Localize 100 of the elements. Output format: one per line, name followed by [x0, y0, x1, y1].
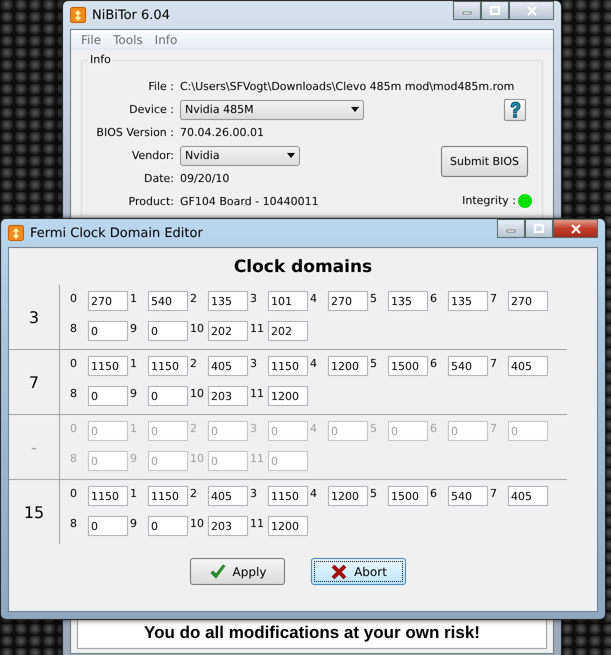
field-index: 6: [430, 291, 438, 305]
window-title: Fermi Clock Domain Editor: [30, 226, 204, 240]
field-index: 5: [370, 486, 378, 500]
field-index: 6: [430, 486, 438, 500]
field-index: 8: [70, 516, 78, 530]
field-index: 4: [310, 356, 318, 370]
field-index: 4: [310, 421, 318, 435]
caret-icon: [351, 107, 359, 112]
input-field[interactable]: 1200: [328, 486, 368, 506]
field-index: 6: [430, 356, 438, 370]
input-field[interactable]: 135: [448, 291, 488, 311]
field-index: 1: [130, 291, 138, 305]
input-field[interactable]: 203: [208, 386, 248, 406]
close-icon: [570, 224, 582, 234]
input-field[interactable]: 1200: [268, 516, 308, 536]
field-index: 3: [250, 291, 258, 305]
field-index: 7: [490, 291, 498, 305]
input-field[interactable]: 540: [148, 291, 188, 311]
input-field[interactable]: 270: [328, 291, 368, 311]
submit-bios-button[interactable]: Submit BIOS: [441, 146, 528, 177]
input-field[interactable]: 1150: [268, 356, 308, 376]
field-index: 2: [190, 486, 198, 500]
field-index: 6: [430, 421, 438, 435]
field-index: 9: [130, 516, 138, 530]
input-field[interactable]: 202: [208, 321, 248, 341]
input-field[interactable]: 405: [508, 356, 548, 376]
input-field[interactable]: 101: [268, 291, 308, 311]
field-label: Device :: [128, 103, 174, 116]
field-index: 0: [70, 291, 78, 305]
field-index: 3: [250, 486, 258, 500]
window-title: NiBiTor 6.04: [92, 8, 171, 22]
close-button[interactable]: [553, 219, 598, 238]
input-field[interactable]: 270: [88, 291, 128, 311]
minimize-button[interactable]: [453, 1, 481, 20]
input-field[interactable]: 270: [508, 291, 548, 311]
abort-button[interactable]: Abort: [311, 558, 406, 585]
app-icon: [70, 7, 86, 23]
input-field[interactable]: 135: [208, 291, 248, 311]
field-index: 11: [250, 516, 265, 530]
minimize-button[interactable]: [497, 219, 525, 238]
field-index: 10: [190, 386, 205, 400]
input-field[interactable]: 203: [208, 516, 248, 536]
group-title: Info: [88, 53, 113, 66]
field-index: 7: [490, 486, 498, 500]
input-field[interactable]: 1150: [88, 356, 128, 376]
field-index: 9: [130, 386, 138, 400]
maximize-icon: [489, 6, 501, 16]
input-field[interactable]: 1150: [148, 486, 188, 506]
field-index: 2: [190, 356, 198, 370]
field-index: 9: [130, 451, 138, 465]
input-field[interactable]: 1500: [388, 356, 428, 376]
input-field[interactable]: 540: [448, 486, 488, 506]
input-field[interactable]: 1200: [328, 356, 368, 376]
field-index: 10: [190, 321, 205, 335]
field-index: 8: [70, 451, 78, 465]
maximize-button[interactable]: [481, 1, 509, 20]
field-index: 0: [70, 486, 78, 500]
field-label: Vendor:: [130, 149, 174, 162]
input-field[interactable]: 405: [508, 486, 548, 506]
heading: Clock domains: [232, 256, 374, 279]
input-field[interactable]: 1150: [148, 356, 188, 376]
app-icon: [8, 225, 24, 241]
field-index: 2: [190, 291, 198, 305]
input-field[interactable]: 135: [388, 291, 428, 311]
input-field[interactable]: 1500: [388, 486, 428, 506]
field-index: 11: [250, 321, 265, 335]
input-field[interactable]: 0: [148, 516, 188, 536]
input-field[interactable]: 0: [88, 516, 128, 536]
cross-icon: [330, 562, 348, 580]
input-field[interactable]: 405: [208, 356, 248, 376]
close-button[interactable]: [509, 1, 554, 20]
input-field[interactable]: 0: [88, 321, 128, 341]
field-index: 9: [130, 321, 138, 335]
field-index: 3: [250, 356, 258, 370]
input-field[interactable]: 202: [268, 321, 308, 341]
menu-item[interactable]: Info: [148, 33, 184, 47]
menu-item[interactable]: File: [75, 33, 108, 47]
field-index: 8: [70, 386, 78, 400]
field-index: 10: [190, 516, 205, 530]
input-field[interactable]: 1200: [268, 386, 308, 406]
field-index: 11: [250, 451, 265, 465]
dropdown[interactable]: Nvidia: [180, 146, 300, 166]
maximize-button[interactable]: [525, 219, 553, 238]
field-index: 7: [490, 356, 498, 370]
help-button[interactable]: [504, 99, 526, 121]
input-field[interactable]: 1150: [88, 486, 128, 506]
field-index: 5: [370, 291, 378, 305]
input-field[interactable]: 0: [148, 321, 188, 341]
input-field[interactable]: 0: [148, 386, 188, 406]
input-field[interactable]: 0: [88, 386, 128, 406]
apply-button[interactable]: Apply: [190, 558, 285, 585]
dropdown[interactable]: Nvidia 485M: [180, 100, 364, 120]
input-field[interactable]: 1150: [268, 486, 308, 506]
field-value: GF104 Board - 10440011: [180, 195, 319, 208]
field-label: Date:: [143, 172, 174, 185]
menu-item[interactable]: Tools: [107, 33, 149, 47]
input-field[interactable]: 540: [448, 356, 488, 376]
field-index: 1: [130, 421, 138, 435]
input-field[interactable]: 405: [208, 486, 248, 506]
field-index: 11: [250, 386, 265, 400]
